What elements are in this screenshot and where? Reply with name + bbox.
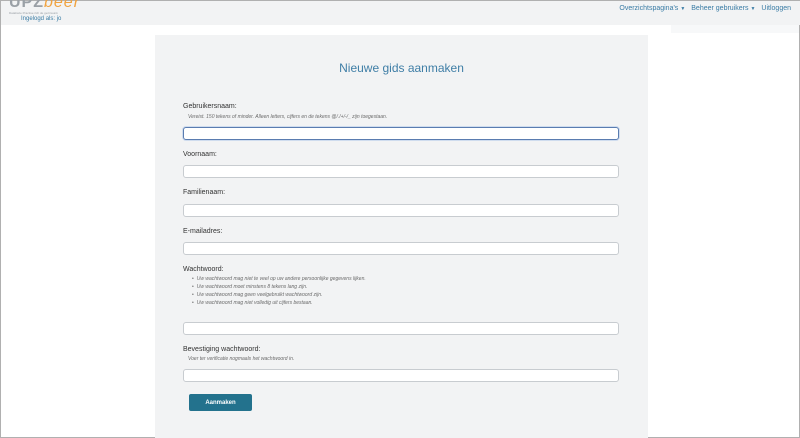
password-requirement: Uw wachtwoord mag geen veelgebruikt wach… — [192, 291, 366, 299]
username-input[interactable] — [183, 127, 619, 140]
login-status[interactable]: Ingelogd als: jo — [21, 16, 61, 22]
logo-wordmark: UPZbeer — [9, 0, 81, 11]
password-requirement: Uw wachtwoord mag niet te veel op uw and… — [192, 275, 366, 283]
password-confirm-label: Bevestiging wachtwoord: — [183, 346, 261, 353]
caret-down-icon: ▼ — [750, 5, 756, 12]
nav-overview-pages-dropdown[interactable]: Overzichtspagina's ▼ — [619, 5, 685, 12]
password-confirm-helptext: Voer ter verificatie nogmaals het wachtw… — [188, 356, 295, 362]
email-input[interactable] — [183, 242, 619, 255]
nav-manage-users-dropdown[interactable]: Beheer gebruikers ▼ — [691, 5, 755, 12]
password-confirm-input[interactable] — [183, 369, 619, 382]
username-helptext: Vereist. 150 tekens of minder. Alleen le… — [188, 114, 388, 120]
top-navbar: UPZbeer Databaze Practise rich de gezins… — [1, 0, 800, 25]
nav-item-label: Overzichtspagina's — [619, 5, 679, 12]
nav-logout-link[interactable]: Uitloggen — [761, 5, 791, 12]
first-name-label: Voornaam: — [183, 151, 217, 158]
dropdown-shadow — [671, 25, 799, 33]
create-button[interactable]: Aanmaken — [189, 394, 252, 411]
password-requirements: Uw wachtwoord mag niet te veel op uw and… — [192, 275, 366, 307]
logo-tagline: Databaze Practise rich de gezinsunk — [9, 11, 58, 15]
password-requirement: Uw wachtwoord moet minstens 8 tekens lan… — [192, 283, 366, 291]
last-name-label: Familienaam: — [183, 189, 226, 196]
password-input[interactable] — [183, 322, 619, 335]
first-name-input[interactable] — [183, 165, 619, 178]
password-label: Wachtwoord: — [183, 266, 224, 273]
create-guide-form: Nieuwe gids aanmaken Gebruikersnaam: Ver… — [155, 35, 648, 438]
password-requirement: Uw wachtwoord mag niet volledig uit cijf… — [192, 299, 366, 307]
page-title: Nieuwe gids aanmaken — [339, 61, 464, 75]
email-label: E-mailadres: — [183, 228, 223, 235]
main-nav: Overzichtspagina's ▼ Beheer gebruikers ▼… — [619, 5, 791, 12]
caret-down-icon: ▼ — [680, 5, 686, 12]
username-label: Gebruikersnaam: — [183, 103, 237, 110]
nav-item-label: Uitloggen — [761, 5, 791, 12]
nav-item-label: Beheer gebruikers — [691, 5, 749, 12]
last-name-input[interactable] — [183, 204, 619, 217]
